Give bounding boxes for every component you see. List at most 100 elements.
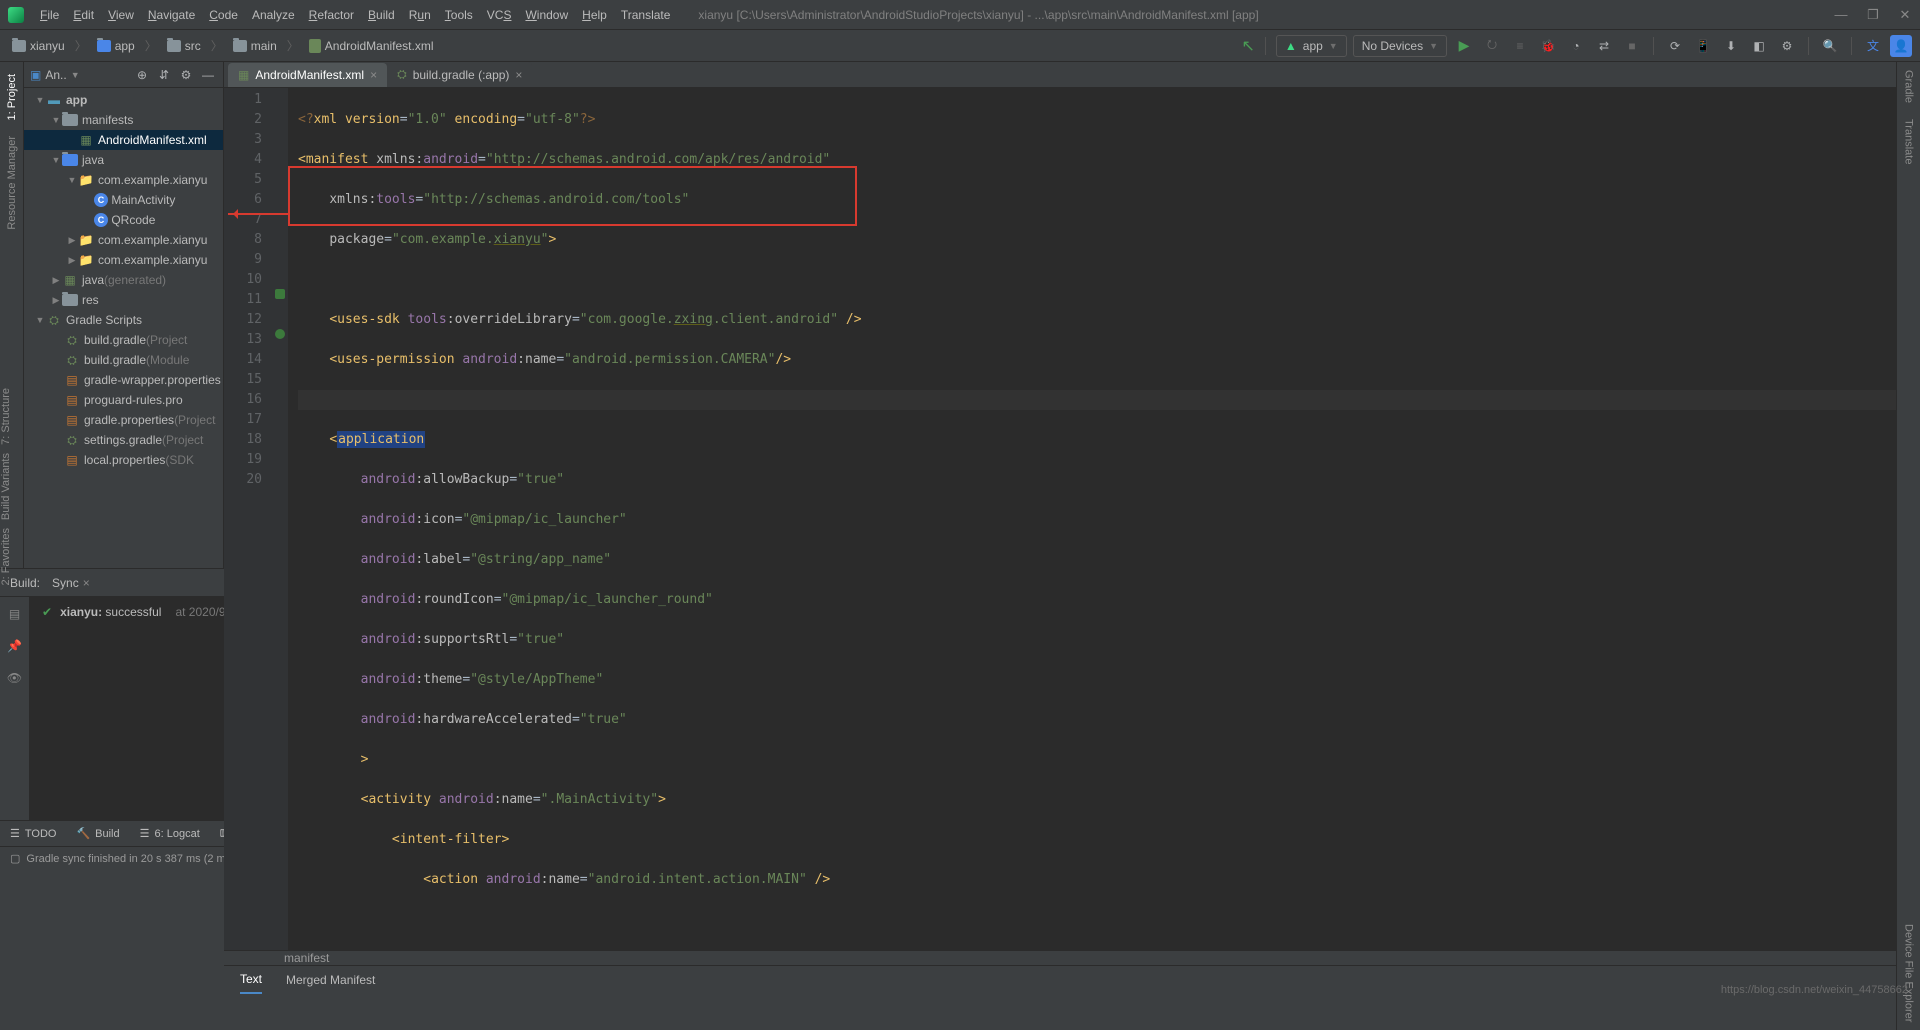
eye-icon[interactable]: 👁 [4, 667, 26, 689]
menu-run[interactable]: Run [403, 5, 437, 25]
project-header: ▣ An..▼ ⊕ ⇵ ⚙ — [24, 62, 223, 88]
tree-node-manifests[interactable]: ▼manifests [24, 110, 223, 130]
tool-structure[interactable]: 7: Structure [0, 388, 12, 445]
tree-node-settings-gradle[interactable]: ⛭settings.gradle (Project [24, 430, 223, 450]
filter-icon[interactable]: ▤ [4, 603, 26, 625]
tool-favorites[interactable]: 2: Favorites [0, 528, 12, 585]
module-icon [97, 40, 111, 52]
sdk-button[interactable]: ⬇ [1720, 35, 1742, 57]
resource-button[interactable]: ◧ [1748, 35, 1770, 57]
window-controls: ― ❐ ✕ [1834, 7, 1912, 23]
tree-node-package3[interactable]: ▶📁com.example.xianyu [24, 250, 223, 270]
collapse-icon[interactable]: ⇵ [155, 68, 173, 82]
close-icon[interactable]: × [370, 68, 377, 82]
tree-node-mainactivity[interactable]: C MainActivity [24, 190, 223, 210]
device-selector[interactable]: No Devices▼ [1353, 35, 1447, 57]
menu-file[interactable]: FFileile [34, 5, 65, 25]
tree-node-gradle-scripts[interactable]: ▼⛭Gradle Scripts [24, 310, 223, 330]
menu-code[interactable]: Code [203, 5, 244, 25]
tree-node-res[interactable]: ▶res [24, 290, 223, 310]
tree-node-gradle-props[interactable]: ▤gradle.properties (Project [24, 410, 223, 430]
tool-build[interactable]: 🔨Build [76, 827, 119, 840]
editor-area: ▦AndroidManifest.xml× ⛭build.gradle (:ap… [224, 62, 1920, 568]
tree-node-proguard[interactable]: ▤proguard-rules.pro [24, 390, 223, 410]
search-button[interactable]: 🔍 [1819, 35, 1841, 57]
android-icon: ▲ [1285, 39, 1297, 53]
menu-view[interactable]: View [102, 5, 140, 25]
breadcrumb-src[interactable]: src [163, 37, 205, 55]
tool-resource-manager[interactable]: Resource Manager [6, 136, 18, 230]
tree-node-java-gen[interactable]: ▶▦java (generated) [24, 270, 223, 290]
tab-build-gradle[interactable]: ⛭build.gradle (:app)× [387, 62, 532, 87]
tool-gradle[interactable]: Gradle [1903, 70, 1915, 103]
attach-debugger-button[interactable]: ⇄ [1593, 35, 1615, 57]
gutter-marks [272, 88, 288, 950]
tree-node-package2[interactable]: ▶📁com.example.xianyu [24, 230, 223, 250]
menu-build[interactable]: Build [362, 5, 401, 25]
menu-translate[interactable]: Translate [615, 5, 677, 25]
subtab-text[interactable]: Text [240, 966, 262, 994]
settings-button[interactable]: ⚙ [1776, 35, 1798, 57]
project-tree: ▼▬app ▼manifests ▦AndroidManifest.xml ▼j… [24, 88, 223, 568]
settings-icon[interactable]: ⚙ [177, 68, 195, 82]
tree-node-build-gradle-project[interactable]: ⛭build.gradle (Project [24, 330, 223, 350]
pin-icon[interactable]: 📌 [4, 635, 26, 657]
project-panel: ▣ An..▼ ⊕ ⇵ ⚙ — ▼▬app ▼manifests ▦Androi… [24, 62, 224, 568]
menu-vcs[interactable]: VCS [481, 5, 518, 25]
menu-help[interactable]: Help [576, 5, 613, 25]
code-content[interactable]: <?xml version="1.0" encoding="utf-8"?> <… [288, 88, 1908, 950]
tool-build-variants[interactable]: Build Variants [0, 453, 12, 520]
debug-button[interactable]: 🐞 [1537, 35, 1559, 57]
tool-translate[interactable]: Translate [1903, 119, 1915, 164]
translate-icon[interactable]: 文 [1862, 35, 1884, 57]
breadcrumb-file[interactable]: AndroidManifest.xml [305, 37, 438, 55]
tree-node-local-props[interactable]: ▤local.properties (SDK [24, 450, 223, 470]
editor[interactable]: 1234567891011121314151617181920 <?xml ve… [224, 88, 1920, 950]
menu-window[interactable]: Window [519, 5, 574, 25]
breadcrumb-app[interactable]: app [93, 37, 139, 55]
run-config-selector[interactable]: ▲app▼ [1276, 35, 1347, 57]
apply-code-button[interactable]: ≡ [1509, 35, 1531, 57]
menu-navigate[interactable]: Navigate [142, 5, 201, 25]
menu-refactor[interactable]: Refactor [303, 5, 360, 25]
tree-node-qrcode[interactable]: C QRcode [24, 210, 223, 230]
tool-project[interactable]: 1: Project [6, 74, 18, 120]
back-icon[interactable]: ↖ [1241, 36, 1254, 56]
menu-analyze[interactable]: Analyze [246, 5, 301, 25]
apply-changes-button[interactable]: ⭮ [1481, 35, 1503, 57]
tree-node-app[interactable]: ▼▬app [24, 90, 223, 110]
close-icon[interactable]: × [515, 68, 522, 82]
menu-edit[interactable]: Edit [67, 5, 100, 25]
menu-tools[interactable]: Tools [439, 5, 479, 25]
avd-button[interactable]: 📱 [1692, 35, 1714, 57]
view-mode-label[interactable]: An.. [45, 68, 66, 82]
stop-button[interactable]: ■ [1621, 35, 1643, 57]
tool-device-explorer[interactable]: Device File Explorer [1903, 924, 1915, 1022]
tool-logcat[interactable]: ☰6: Logcat [140, 827, 200, 840]
user-icon[interactable]: 👤 [1890, 35, 1912, 57]
tree-node-gradle-wrapper[interactable]: ▤gradle-wrapper.properties [24, 370, 223, 390]
editor-subtabs: Text Merged Manifest [224, 965, 1920, 993]
breadcrumb-root[interactable]: xianyu [8, 37, 69, 55]
breadcrumb-main[interactable]: main [229, 37, 281, 55]
hide-icon[interactable]: — [199, 68, 217, 82]
maximize-button[interactable]: ❐ [1866, 7, 1880, 23]
xml-file-icon [309, 39, 321, 53]
tree-node-build-gradle-module[interactable]: ⛭build.gradle (Module [24, 350, 223, 370]
build-tab-sync[interactable]: Sync × [52, 576, 90, 590]
run-button[interactable]: ▶ [1453, 35, 1475, 57]
gutter-icon[interactable] [275, 329, 285, 339]
tab-manifest[interactable]: ▦AndroidManifest.xml× [228, 63, 387, 87]
profile-button[interactable]: ◔ [1565, 35, 1587, 57]
tree-node-manifest-file[interactable]: ▦AndroidManifest.xml [24, 130, 223, 150]
gutter-icon[interactable] [275, 289, 285, 299]
tool-todo[interactable]: ☰TODO [10, 827, 56, 840]
tree-node-java[interactable]: ▼java [24, 150, 223, 170]
minimize-button[interactable]: ― [1834, 7, 1848, 23]
close-button[interactable]: ✕ [1898, 7, 1912, 23]
sync-button[interactable]: ⟳ [1664, 35, 1686, 57]
target-icon[interactable]: ⊕ [133, 68, 151, 82]
subtab-merged[interactable]: Merged Manifest [286, 967, 375, 993]
editor-tabs: ▦AndroidManifest.xml× ⛭build.gradle (:ap… [224, 62, 1920, 88]
tree-node-package[interactable]: ▼📁com.example.xianyu [24, 170, 223, 190]
